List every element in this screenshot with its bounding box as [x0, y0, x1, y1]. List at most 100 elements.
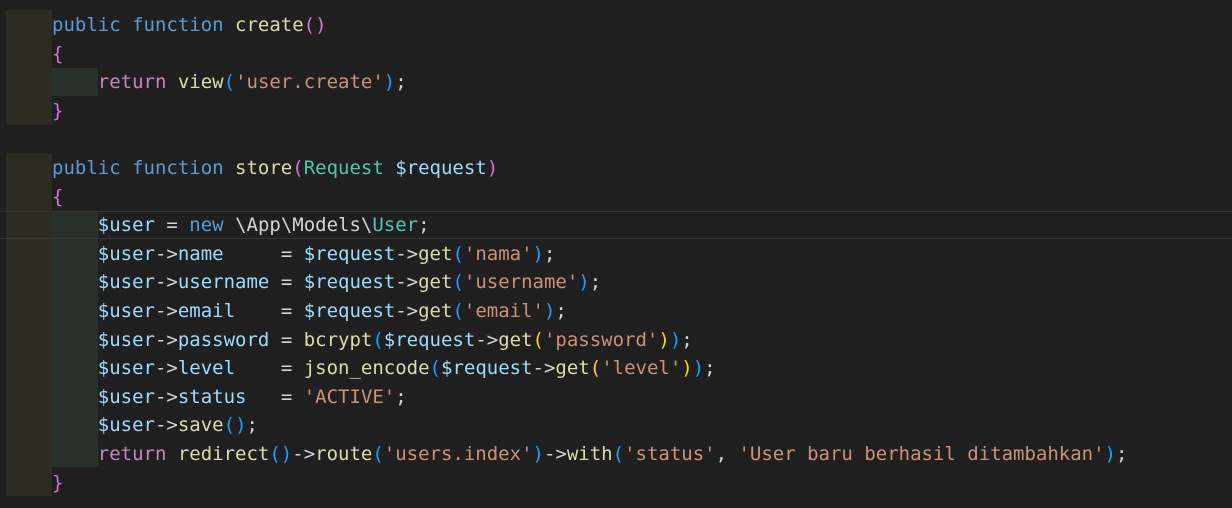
code-token: 'user.create'	[235, 71, 384, 94]
code-token: $request	[383, 328, 476, 351]
code-token: =	[154, 214, 190, 237]
code-token: Request	[303, 157, 396, 179]
code-token: ->	[154, 414, 178, 437]
code-token: status	[177, 385, 247, 408]
code-token: $request	[303, 242, 396, 265]
code-editor[interactable]: public function create(){ return view('u…	[0, 0, 1232, 508]
code-token: )	[669, 328, 682, 351]
code-token: get	[418, 271, 453, 294]
code-token: ;	[704, 357, 716, 380]
code-token: ->	[154, 271, 178, 294]
code-line[interactable]: public function create()	[52, 11, 327, 39]
code-token: ()	[303, 14, 327, 36]
code-line[interactable]: {	[52, 40, 63, 68]
code-token: )	[383, 71, 396, 94]
code-token: get	[418, 242, 453, 265]
code-token: ->	[475, 328, 499, 351]
code-line[interactable]: $user->save();	[52, 411, 258, 439]
code-line[interactable]: $user->status = 'ACTIVE';	[52, 383, 407, 411]
code-token: username	[177, 271, 270, 294]
code-token: (	[429, 357, 441, 380]
code-token: 'email'	[463, 300, 544, 322]
code-token: ->	[154, 385, 178, 408]
code-token: =	[223, 242, 304, 265]
code-token: )	[1104, 443, 1116, 465]
code-token: ;	[395, 385, 407, 408]
code-line[interactable]: $user->password = bcrypt($request->get('…	[52, 326, 693, 354]
folding-gutter-store	[6, 153, 52, 496]
code-token: 'status'	[624, 443, 716, 465]
code-token: )	[658, 328, 670, 351]
code-token: (	[612, 443, 625, 465]
code-token: ->	[292, 443, 316, 465]
code-line[interactable]: $user->username = $request->get('usernam…	[52, 268, 601, 296]
code-line[interactable]: {	[52, 183, 63, 211]
code-line[interactable]: public function store(Request $request)	[52, 154, 498, 182]
code-token: (	[372, 443, 384, 465]
code-token: )	[532, 443, 544, 465]
code-token: )	[532, 242, 544, 265]
code-token: $user	[97, 271, 155, 294]
code-token: (	[292, 157, 304, 179]
code-token: $user	[97, 242, 155, 265]
code-token: ->	[532, 357, 556, 380]
code-token: )	[486, 157, 499, 179]
code-token: ->	[154, 357, 178, 380]
code-token: 'password'	[543, 328, 659, 351]
code-token: ;	[418, 214, 430, 237]
code-line[interactable]: $user->name = $request->get('nama');	[52, 240, 556, 268]
code-token: 'User baru berhasil ditambahkan'	[738, 443, 1105, 465]
code-token: $user	[97, 414, 155, 437]
code-line[interactable]: }	[52, 97, 63, 125]
code-token: new	[189, 214, 236, 237]
code-token: ->	[543, 443, 567, 465]
code-token: ;	[589, 271, 602, 294]
code-token: create	[235, 14, 304, 36]
code-line[interactable]: $user->email = $request->get('email');	[52, 297, 567, 325]
code-line[interactable]: return redirect()->route('users.index')-…	[52, 440, 1128, 468]
code-token: return	[97, 443, 178, 465]
code-line[interactable]: $user = new \App\Models\User;	[52, 211, 430, 239]
code-line[interactable]: }	[52, 469, 63, 497]
code-token: email	[177, 300, 236, 322]
code-token: {	[52, 185, 64, 208]
code-token: \App\Models\	[235, 214, 373, 237]
code-token: get	[555, 357, 590, 380]
code-token: )	[692, 357, 705, 380]
code-token: ;	[543, 242, 556, 265]
code-line[interactable]: return view('user.create');	[52, 68, 407, 96]
code-token: ->	[154, 328, 178, 351]
code-token: =	[235, 357, 304, 380]
code-token: $user	[97, 328, 155, 351]
code-token: ;	[246, 414, 258, 437]
code-token: level	[177, 357, 236, 380]
code-token: ;	[1115, 443, 1128, 465]
code-token: bcrypt	[303, 328, 373, 351]
code-token: =	[235, 300, 304, 322]
code-token: json_encode	[303, 357, 430, 380]
code-token: ()	[269, 443, 293, 465]
code-token: ->	[395, 242, 419, 265]
code-token: (	[589, 357, 602, 380]
code-token: 'users.index'	[383, 443, 533, 465]
code-token: }	[52, 99, 64, 122]
code-token: ;	[395, 71, 407, 94]
code-token: 'username'	[463, 271, 579, 294]
code-token: )	[578, 271, 590, 294]
code-token: $request	[395, 157, 487, 179]
code-token: $user	[97, 385, 155, 408]
code-token: ->	[395, 300, 419, 322]
code-token: save	[177, 414, 224, 437]
code-token: $request	[303, 271, 396, 294]
code-token: redirect	[177, 443, 270, 465]
code-line[interactable]: $user->level = json_encode($request->get…	[52, 354, 716, 382]
